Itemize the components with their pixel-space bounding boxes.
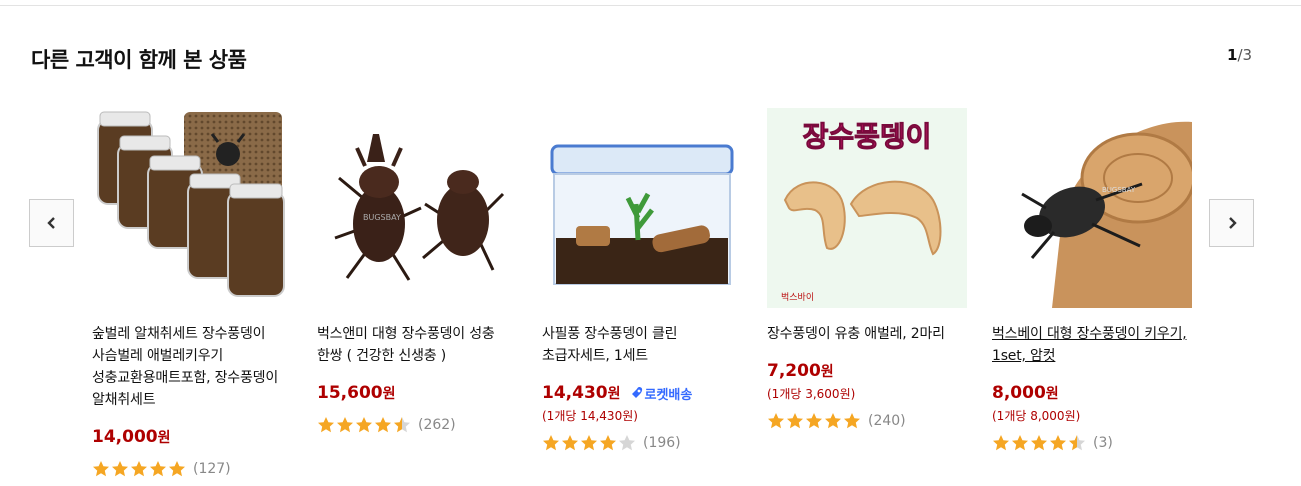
product-price: 15,600 xyxy=(317,383,383,403)
product-name[interactable]: 장수풍뎅이 유충 애벌레, 2마리 xyxy=(767,323,967,345)
image-brand-text: 벅스바이 xyxy=(781,292,814,303)
price-currency: 원 xyxy=(1045,386,1059,402)
unit-price: (1개당 8,000원) xyxy=(992,409,1081,423)
star-icon xyxy=(318,417,334,433)
product-card[interactable]: BUGSBAY 벅스베이 대형 장수풍뎅이 키우기, 1set, 암컷 8,00… xyxy=(992,108,1192,453)
page-current: 1 xyxy=(1227,46,1238,64)
product-card[interactable]: BUGSBAY 벅스앤미 대형 장수풍뎅이 성충 한쌍 ( 건강한 신생충 ) … xyxy=(317,108,517,435)
star-icon xyxy=(619,435,635,451)
rating-stars xyxy=(992,434,1087,452)
star-icon xyxy=(337,417,353,433)
carousel-prev-button[interactable] xyxy=(29,199,74,247)
review-count: (196) xyxy=(643,435,681,451)
product-price: 8,000 xyxy=(992,383,1046,403)
product-price: 14,000 xyxy=(92,427,158,447)
star-icon xyxy=(394,417,410,433)
rocket-icon xyxy=(631,387,642,398)
carousel-next-button[interactable] xyxy=(1209,199,1254,247)
star-icon xyxy=(112,461,128,477)
review-count: (262) xyxy=(418,417,456,433)
product-image[interactable]: BUGSBAY xyxy=(992,108,1192,308)
review-count: (3) xyxy=(1093,435,1113,451)
product-price: 7,200 xyxy=(767,361,821,381)
star-icon xyxy=(825,413,841,429)
star-icon xyxy=(131,461,147,477)
rating-stars xyxy=(317,416,412,434)
review-count: (240) xyxy=(868,413,906,429)
product-image[interactable] xyxy=(542,108,742,308)
star-icon xyxy=(93,461,109,477)
product-name[interactable]: 숲벌레 알채취세트 장수풍뎅이 사슴벌레 애벌레키우기 성충교환용매트포함, 장… xyxy=(92,323,292,411)
product-name[interactable]: 사필풍 장수풍뎅이 클린 초급자세트, 1세트 xyxy=(542,323,742,367)
page-indicator: 1/3 xyxy=(1227,46,1252,64)
star-icon xyxy=(169,461,185,477)
product-rating: (262) xyxy=(317,415,517,435)
top-divider xyxy=(0,5,1301,6)
product-rating: (3) xyxy=(992,433,1192,453)
product-image[interactable] xyxy=(92,108,292,308)
star-icon xyxy=(375,417,391,433)
star-icon xyxy=(581,435,597,451)
unit-price: (1개당 3,600원) xyxy=(767,387,856,401)
product-name[interactable]: 벅스앤미 대형 장수풍뎅이 성충 한쌍 ( 건강한 신생충 ) xyxy=(317,323,517,367)
product-price: 14,430 xyxy=(542,383,608,403)
star-icon xyxy=(806,413,822,429)
image-watermark: BUGSBAY xyxy=(1102,186,1136,194)
star-icon xyxy=(1031,435,1047,451)
star-icon xyxy=(543,435,559,451)
star-icon xyxy=(993,435,1009,451)
product-image[interactable]: 장수풍뎅이 벅스바이 xyxy=(767,108,967,308)
price-currency: 원 xyxy=(157,430,171,446)
product-card[interactable]: 사필풍 장수풍뎅이 클린 초급자세트, 1세트 14,430 원 로켓배송 (1개… xyxy=(542,108,742,453)
rocket-delivery-badge: 로켓배송 xyxy=(629,384,693,403)
star-icon xyxy=(600,435,616,451)
unit-price: (1개당 14,430원) xyxy=(542,409,638,423)
image-watermark: BUGSBAY xyxy=(363,213,401,222)
price-currency: 원 xyxy=(382,386,396,402)
product-rating: (196) xyxy=(542,433,742,453)
product-card[interactable]: 숲벌레 알채취세트 장수풍뎅이 사슴벌레 애벌레키우기 성충교환용매트포함, 장… xyxy=(92,108,292,479)
star-icon xyxy=(356,417,372,433)
product-card[interactable]: 장수풍뎅이 벅스바이 장수풍뎅이 유충 애벌레, 2마리 7,200 원 (1개당… xyxy=(767,108,967,431)
product-rating: (240) xyxy=(767,411,967,431)
star-icon xyxy=(150,461,166,477)
star-icon xyxy=(1012,435,1028,451)
product-name[interactable]: 벅스베이 대형 장수풍뎅이 키우기, 1set, 암컷 xyxy=(992,323,1192,367)
product-rating: (127) xyxy=(92,459,292,479)
rating-stars xyxy=(542,434,637,452)
star-icon xyxy=(562,435,578,451)
section-title: 다른 고객이 함께 본 상품 xyxy=(31,48,247,72)
star-icon xyxy=(1050,435,1066,451)
price-currency: 원 xyxy=(820,364,834,380)
rocket-delivery-label: 로켓배송 xyxy=(644,387,693,403)
chevron-right-icon xyxy=(1228,217,1237,229)
chevron-left-icon xyxy=(46,217,55,229)
image-banner-text: 장수풍뎅이 xyxy=(803,120,932,153)
page-total: /3 xyxy=(1237,46,1253,64)
rating-stars xyxy=(767,412,862,430)
star-icon xyxy=(768,413,784,429)
rating-stars xyxy=(92,460,187,478)
star-icon xyxy=(787,413,803,429)
review-count: (127) xyxy=(193,461,231,477)
price-currency: 원 xyxy=(607,386,621,402)
product-image[interactable]: BUGSBAY xyxy=(317,108,517,308)
star-icon xyxy=(844,413,860,429)
star-icon xyxy=(1069,435,1085,451)
